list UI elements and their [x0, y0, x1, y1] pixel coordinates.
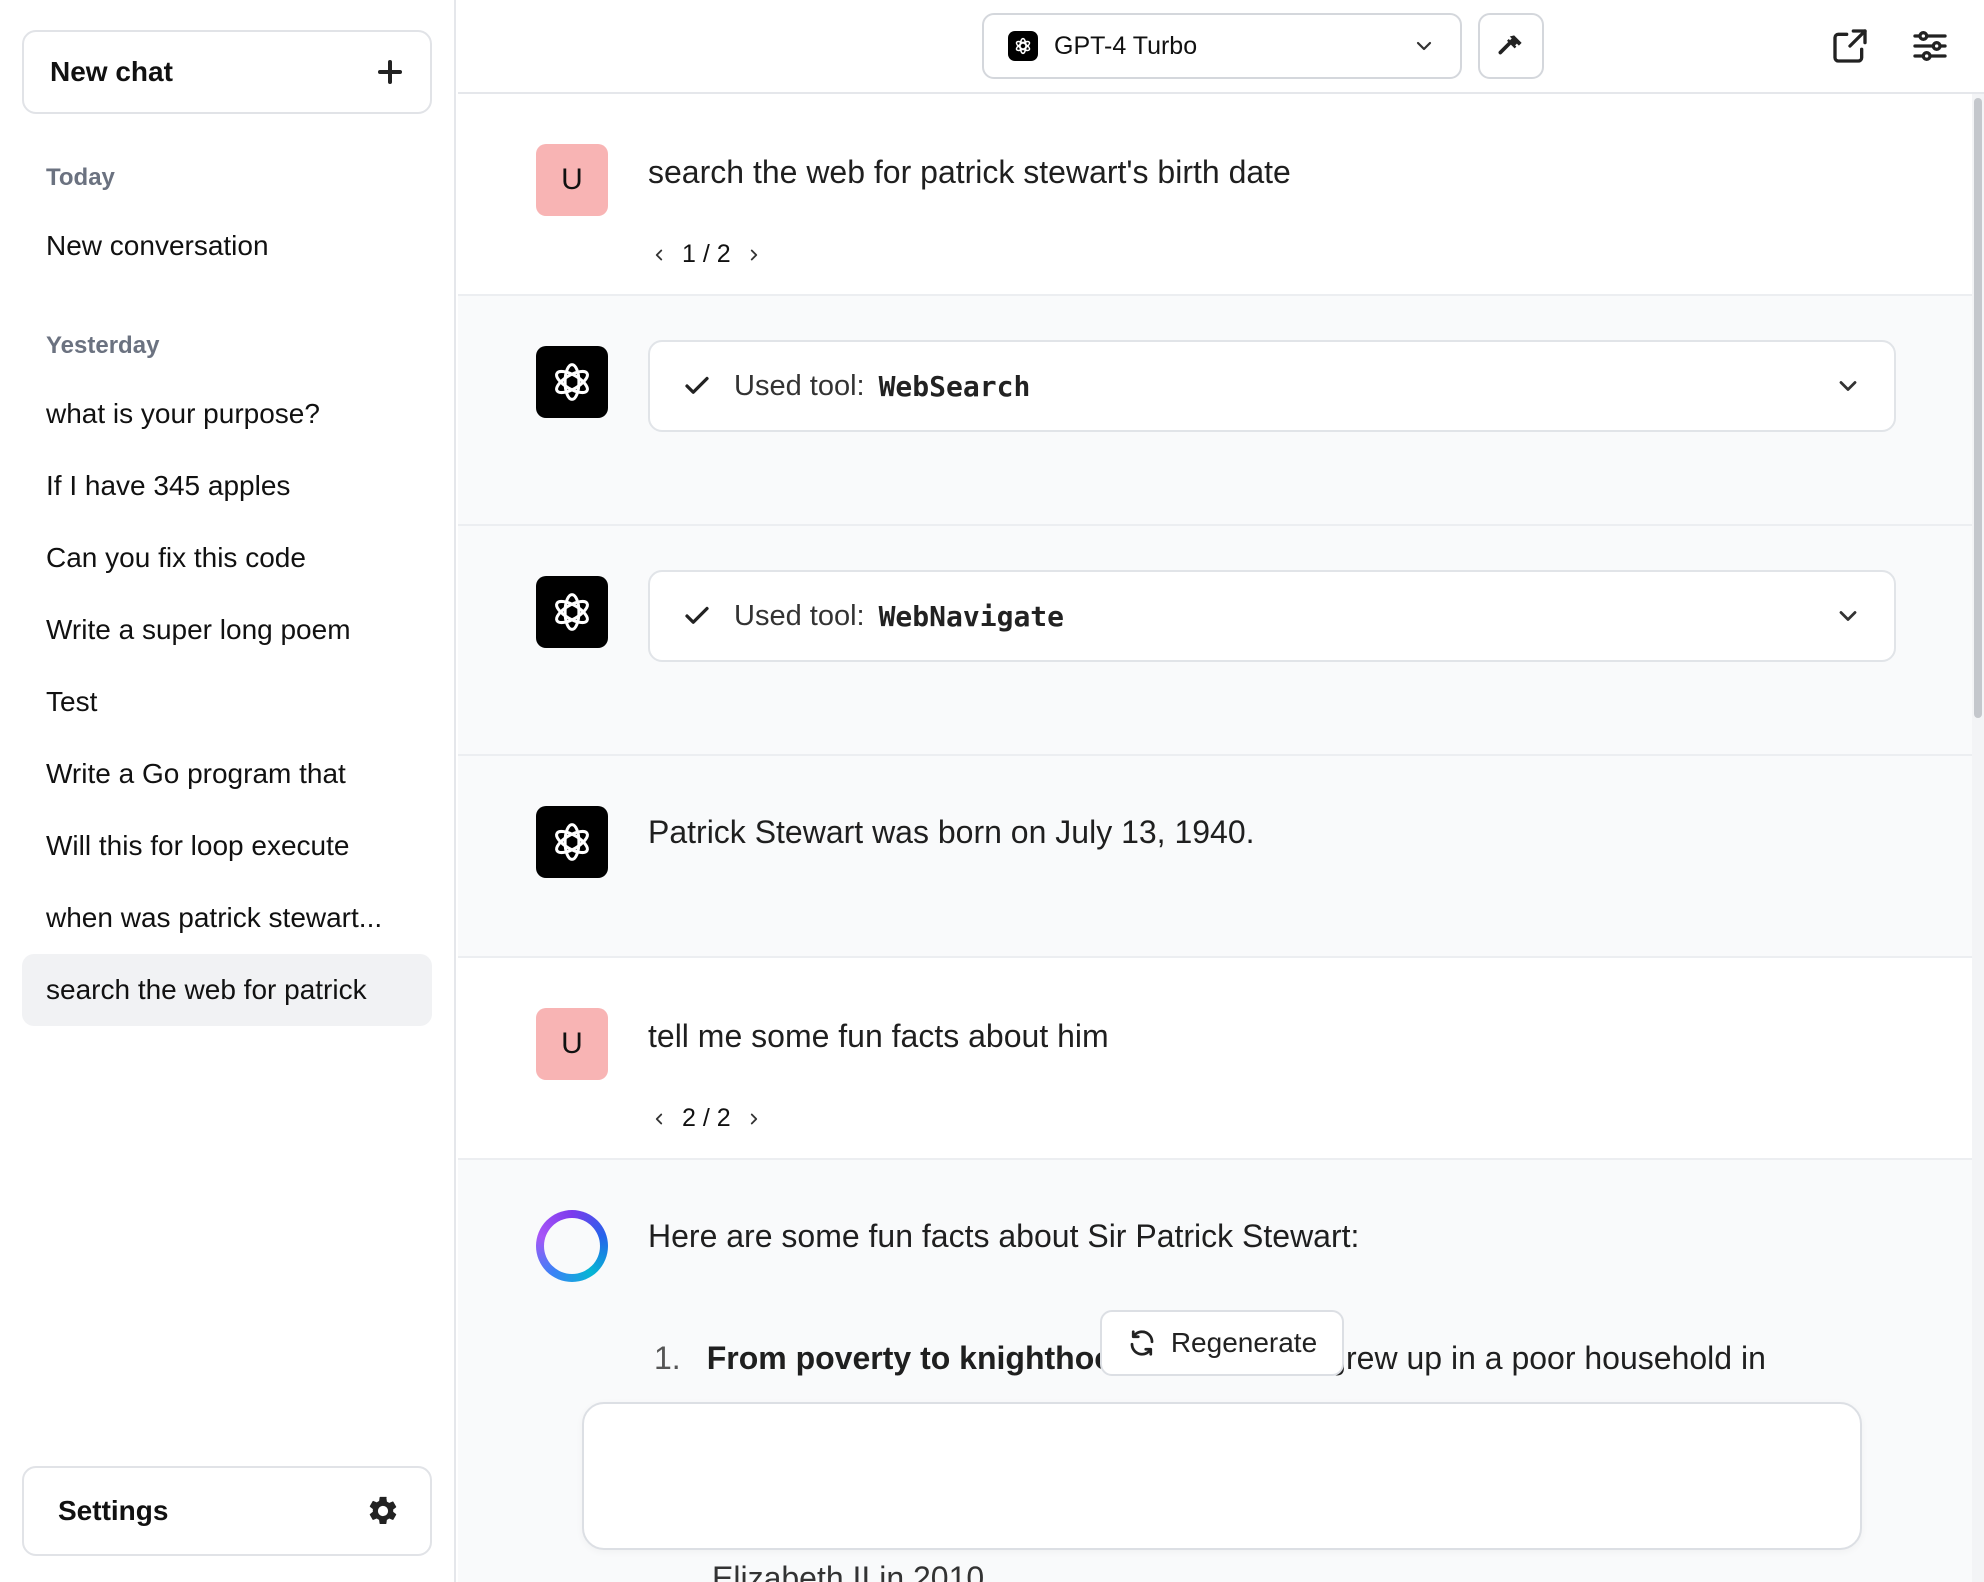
sidebar-item-label: Write a Go program that — [46, 758, 346, 789]
tool-prefix: Used tool: — [734, 369, 865, 402]
tool-name: WebNavigate — [878, 599, 1065, 633]
chevron-down-icon — [1416, 41, 1432, 51]
sidebar-item-active[interactable]: search the web for patrick — [22, 954, 432, 1026]
list-number: 1. — [654, 1340, 681, 1376]
loading-spinner-icon — [536, 1210, 608, 1282]
message-pager: 1 / 2 — [648, 240, 765, 269]
message-input[interactable] — [584, 1404, 1860, 1548]
chevron-left-icon[interactable] — [648, 244, 670, 266]
sidebar-item-label: search the web for patrick — [46, 974, 367, 1005]
regenerate-button[interactable]: Regenerate — [1100, 1310, 1344, 1376]
message-text: Patrick Stewart was born on July 13, 194… — [648, 814, 1255, 850]
model-name: GPT-4 Turbo — [1054, 31, 1198, 60]
sidebar-item[interactable]: when was patrick stewart... — [22, 882, 432, 954]
chevron-down-icon — [1839, 611, 1857, 621]
sidebar-item[interactable]: Can you fix this code — [22, 522, 432, 594]
message-text: tell me some fun facts about him — [648, 1018, 1109, 1054]
regenerate-label: Regenerate — [1170, 1327, 1318, 1358]
gear-icon — [369, 1496, 397, 1525]
list-item-text: rt grew up in a poor household in — [1299, 1340, 1766, 1376]
message-pager: 2 / 2 — [648, 1104, 765, 1133]
tool-prefix: Used tool: — [734, 599, 865, 632]
openai-logo-icon — [536, 806, 608, 878]
tools-button[interactable] — [1478, 13, 1544, 79]
checkmark-icon — [685, 606, 709, 624]
refresh-icon — [1130, 1330, 1154, 1356]
openai-logo-icon — [1008, 31, 1038, 61]
chevron-right-icon[interactable] — [743, 244, 765, 266]
sidebar-item-label: when was patrick stewart... — [46, 902, 383, 933]
pager-text: 1 / 2 — [682, 240, 731, 268]
new-chat-label: New chat — [50, 56, 173, 87]
sidebar-item-label: New conversation — [46, 230, 269, 261]
sidebar-item-label: what is your purpose? — [46, 398, 320, 429]
sidebar-item-label: Test — [46, 686, 98, 717]
messages-area: U search the web for patrick stewart's b… — [458, 94, 1972, 1582]
list-item-bold: From poverty to knighthoo — [706, 1340, 1114, 1376]
user-avatar: U — [536, 1008, 608, 1080]
sidebar-item[interactable]: If I have 345 apples — [22, 450, 432, 522]
openai-logo-icon — [536, 346, 608, 418]
message-row-user: U tell me some fun facts about him 2 / 2 — [458, 958, 1972, 1160]
user-avatar: U — [536, 144, 608, 216]
message-text: Here are some fun facts about Sir Patric… — [648, 1218, 1360, 1254]
sidebar-item[interactable]: Test — [22, 666, 432, 738]
sliders-icon[interactable] — [1910, 26, 1950, 66]
hammer-icon — [1498, 35, 1522, 55]
sidebar-item[interactable]: Will this for loop execute — [22, 810, 432, 882]
sidebar-item-label: Can you fix this code — [46, 542, 306, 573]
message-row-assistant: Patrick Stewart was born on July 13, 194… — [458, 756, 1972, 958]
app-root: New chat Today New conversation Yesterda… — [0, 0, 1984, 1582]
sidebar-item[interactable]: New conversation — [22, 210, 432, 282]
scrollbar-thumb[interactable] — [1974, 98, 1982, 718]
new-chat-button[interactable]: New chat — [22, 30, 432, 114]
checkmark-icon — [685, 376, 709, 394]
tool-call-card[interactable]: Used tool: WebNavigate — [648, 570, 1896, 662]
pager-text: 2 / 2 — [682, 1104, 731, 1132]
partial-text: Elizabeth II in 2010. — [712, 1560, 994, 1582]
tool-name: WebSearch — [878, 369, 1031, 403]
sidebar: New chat Today New conversation Yesterda… — [0, 0, 456, 1582]
message-row-user: U search the web for patrick stewart's b… — [458, 94, 1972, 296]
chevron-left-icon[interactable] — [648, 1108, 670, 1130]
message-row-assistant: Used tool: WebSearch — [458, 296, 1972, 526]
section-label-yesterday: Yesterday — [46, 332, 160, 359]
settings-label: Settings — [58, 1495, 169, 1526]
sidebar-item[interactable]: Write a Go program that — [22, 738, 432, 810]
section-label-today: Today — [46, 164, 115, 191]
sidebar-item-label: Will this for loop execute — [46, 830, 350, 861]
sidebar-item-label: If I have 345 apples — [46, 470, 291, 501]
plus-icon — [376, 58, 404, 86]
top-bar: GPT-4 Turbo — [458, 0, 1984, 94]
message-input-box[interactable] — [582, 1402, 1862, 1550]
sidebar-item[interactable]: Write a super long poem — [22, 594, 432, 666]
sidebar-item[interactable]: what is your purpose? — [22, 378, 432, 450]
scrollbar[interactable] — [1972, 94, 1984, 1582]
sidebar-item-label: Write a super long poem — [46, 614, 351, 645]
chevron-down-icon — [1839, 381, 1857, 391]
message-row-assistant: Used tool: WebNavigate — [458, 526, 1972, 756]
chevron-right-icon[interactable] — [743, 1108, 765, 1130]
share-external-icon[interactable] — [1830, 26, 1870, 66]
tool-call-card[interactable]: Used tool: WebSearch — [648, 340, 1896, 432]
message-text: search the web for patrick stewart's bir… — [648, 154, 1291, 190]
openai-logo-icon — [536, 576, 608, 648]
model-select-dropdown[interactable]: GPT-4 Turbo — [982, 13, 1462, 79]
settings-button[interactable]: Settings — [22, 1466, 432, 1556]
